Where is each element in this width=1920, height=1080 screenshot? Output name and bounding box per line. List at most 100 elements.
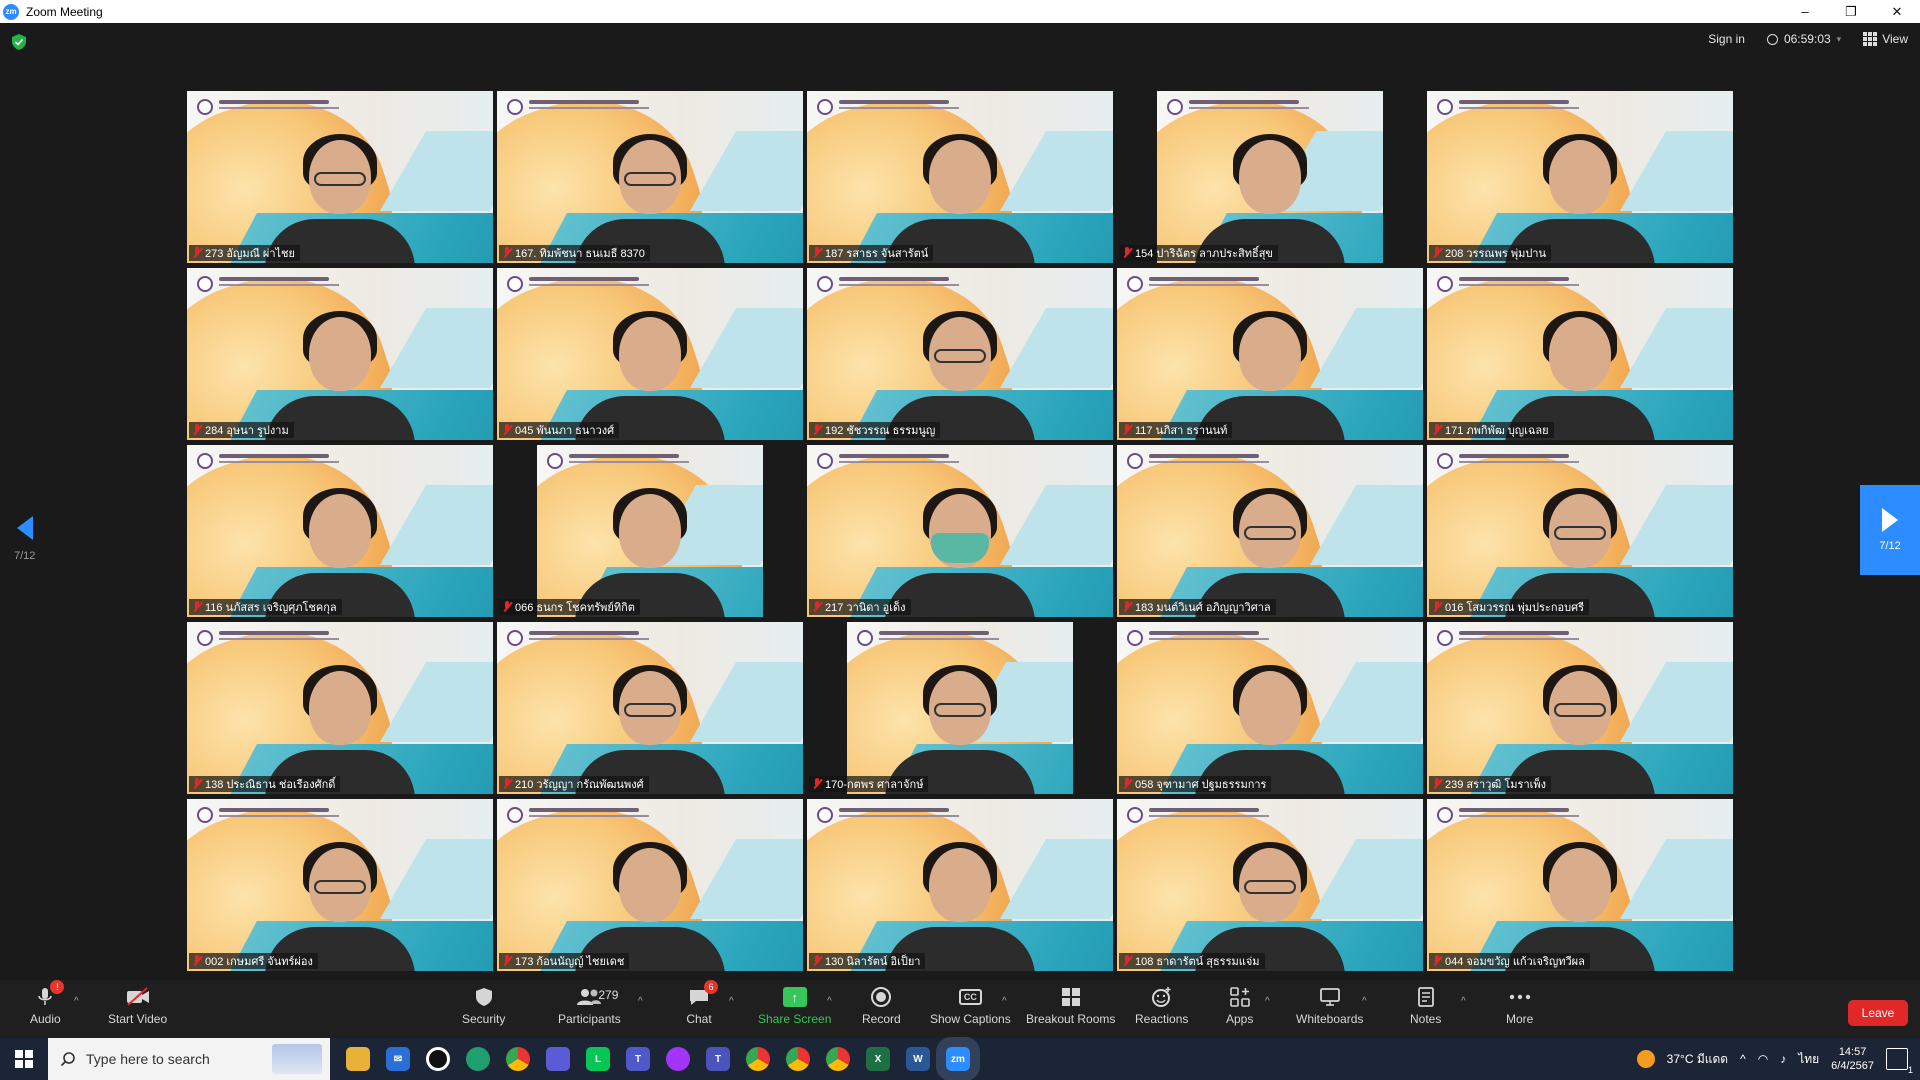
chrome-profile-2-icon[interactable] [786,1047,810,1071]
taskbar-clock[interactable]: 14:57 6/4/2567 [1831,1045,1874,1073]
teams-icon[interactable]: T [626,1047,650,1071]
audio-options-caret[interactable]: ^ [74,996,79,1007]
participant-tile[interactable]: 016 โสมวรรณ พุ่มประกอบศรี [1427,445,1733,617]
obs-icon[interactable] [426,1047,450,1071]
participant-tile[interactable]: 284 อุษนา รูปงาม [187,268,493,440]
show-captions-button[interactable]: CC Show Captions [930,986,1011,1026]
participant-tile[interactable]: 210 วรัญญา กรัณพัฒนพงศ์ [497,622,803,794]
participant-tile[interactable]: 044 จอมขวัญ แก้วเจริญทวีผล [1427,799,1733,971]
audio-button[interactable]: ! Audio [30,980,65,1026]
whiteboards-options-caret[interactable]: ^ [1362,996,1367,1007]
apps-button[interactable]: Apps [1226,986,1253,1026]
taskbar-search[interactable]: Type here to search [48,1038,330,1080]
meeting-timer[interactable]: 06:59:03 ▾ [1766,32,1841,46]
grid-view-icon [1863,32,1878,46]
mic-muted-icon [502,955,512,967]
language-indicator[interactable]: ไทย [1798,1050,1819,1069]
shield-app-icon[interactable] [546,1047,570,1071]
participant-name: 108 ธาดารัตน์ สุธรรมแจ่ม [1135,956,1260,968]
participant-tile[interactable]: 273 อัญมณี ผ่าไชย [187,91,493,263]
minimize-button[interactable]: – [1782,0,1828,23]
file-explorer-icon[interactable] [346,1047,370,1071]
breakout-rooms-button[interactable]: Breakout Rooms [1026,986,1115,1026]
participant-tile[interactable]: 117 นภิสา ธรานนท์ [1117,268,1423,440]
windows-start-button[interactable] [0,1038,48,1080]
view-button[interactable]: View [1863,32,1908,46]
tray-overflow-icon[interactable]: ^ [1740,1052,1746,1066]
restore-button[interactable]: ❐ [1828,0,1874,23]
school-logo-icon [1437,276,1453,292]
chrome-profile-3-icon[interactable] [826,1047,850,1071]
school-logo-icon [197,276,213,292]
next-page-button[interactable]: 7/12 [1860,485,1920,575]
participant-tile[interactable]: 239 สราวุฒิ โมราเพ็ง [1427,622,1733,794]
start-video-button[interactable]: Start Video [108,986,167,1026]
participant-nameplate: 170-กตพร ศาลาจักษ์ [809,776,929,792]
mail-icon[interactable]: ✉ [386,1047,410,1071]
word-icon[interactable]: W [906,1047,930,1071]
participant-tile[interactable]: 138 ประณิธาน ช่อเรืองศักดิ์ [187,622,493,794]
notes-options-caret[interactable]: ^ [1461,996,1466,1007]
line-icon[interactable]: L [586,1047,610,1071]
virtual-background [497,622,803,794]
participants-button[interactable]: 279 Participants [558,986,621,1026]
previous-page-button[interactable]: 7/12 [14,516,35,562]
start-video-label: Start Video [108,1012,168,1026]
chat-options-caret[interactable]: ^ [729,996,734,1007]
participant-tile[interactable]: 171 ภพกิพัฒ บุญเฉลย [1427,268,1733,440]
messenger-icon[interactable] [666,1047,690,1071]
participant-tile[interactable]: 116 นภัสสร เจริญศุภโชคกุล [187,445,493,617]
whiteboards-button[interactable]: Whiteboards [1296,986,1363,1026]
participant-tile[interactable]: 187 รสาธร จันสารัตน์ [807,91,1113,263]
record-button[interactable]: Record [862,986,901,1026]
participant-tile[interactable]: 173 ก้อนนัญญ์ ไชยเดช [497,799,803,971]
chat-button[interactable]: 6 Chat [686,980,718,1026]
apps-options-caret[interactable]: ^ [1265,996,1270,1007]
chrome-icon[interactable] [506,1047,530,1071]
notification-center-icon[interactable]: 1 [1886,1048,1913,1075]
participant-tile[interactable]: 045 พันนภา ธนาวงศ์ [497,268,803,440]
participant-tile[interactable]: 066 ธนกร โชคทรัพย์ทิกิต [497,445,803,617]
security-button[interactable]: Security [462,986,505,1026]
security-label: Security [462,1012,506,1026]
reactions-button[interactable]: Reactions [1135,986,1188,1026]
participant-tile[interactable]: 167. ทิมพ้ชนา ธนเมธี 8370 [497,91,803,263]
participant-nameplate: 108 ธาดารัตน์ สุธรรมแจ่ม [1119,953,1265,969]
participant-tile[interactable]: 002 เกษมศรี จันทร์ผ่อง [187,799,493,971]
share-screen-button[interactable]: ↑ Share Screen [758,986,831,1026]
notes-button[interactable]: Notes [1410,986,1441,1026]
participant-tile[interactable]: 192 ชัชวรรณ ธรรมนูญ [807,268,1113,440]
participant-tile[interactable]: 108 ธาดารัตน์ สุธรรมแจ่ม [1117,799,1423,971]
shield-icon[interactable] [12,34,26,50]
excel-icon[interactable]: X [866,1047,890,1071]
teams-work-icon[interactable]: T [706,1047,730,1071]
school-logo-icon [1127,807,1143,823]
participant-nameplate: 066 ธนกร โชคทรัพย์ทิกิต [499,599,640,615]
wifi-icon[interactable]: ◠ [1758,1052,1768,1066]
participant-tile[interactable]: 217 วานิดา อูเด็ง [807,445,1113,617]
participant-tile[interactable]: 183 มนต์วิเนศ์ อภิญญาวิศาล [1117,445,1423,617]
chrome-profile-icon[interactable] [746,1047,770,1071]
participant-nameplate: 183 มนต์วิเนศ์ อภิญญาวิศาล [1119,599,1276,615]
leave-button[interactable]: Leave [1848,1000,1908,1026]
participant-tile[interactable]: 154 ปาริฉัตร ลาภประสิทธิ์สุข [1117,91,1423,263]
participant-tile[interactable]: 170-กตพร ศาลาจักษ์ [807,622,1113,794]
participant-tile[interactable]: 130 นิลารัตน์ อิเป็ยา [807,799,1113,971]
timer-value: 06:59:03 [1783,32,1831,46]
participant-name: 138 ประณิธาน ช่อเรืองศักดิ์ [205,779,336,791]
weather-text[interactable]: 37°C มีแดด [1667,1050,1728,1069]
sign-in-link[interactable]: Sign in [1708,32,1745,46]
captions-options-caret[interactable]: ^ [1002,996,1007,1007]
more-button[interactable]: More [1506,986,1533,1026]
edge-icon[interactable] [466,1047,490,1071]
virtual-background [1427,268,1733,440]
participant-tile[interactable]: 058 จุฑามาศ ปฐมธรรมการ [1117,622,1423,794]
participants-options-caret[interactable]: ^ [638,996,643,1007]
close-button[interactable]: ✕ [1874,0,1920,23]
participant-tile[interactable]: 208 วรรณพร พุ่มปาน [1427,91,1733,263]
zoom-taskbar-icon[interactable]: zm [936,1037,980,1080]
mic-muted-icon [1432,778,1442,790]
record-icon [868,986,894,1008]
volume-icon[interactable]: ♪ [1780,1052,1786,1066]
share-options-caret[interactable]: ^ [827,996,832,1007]
